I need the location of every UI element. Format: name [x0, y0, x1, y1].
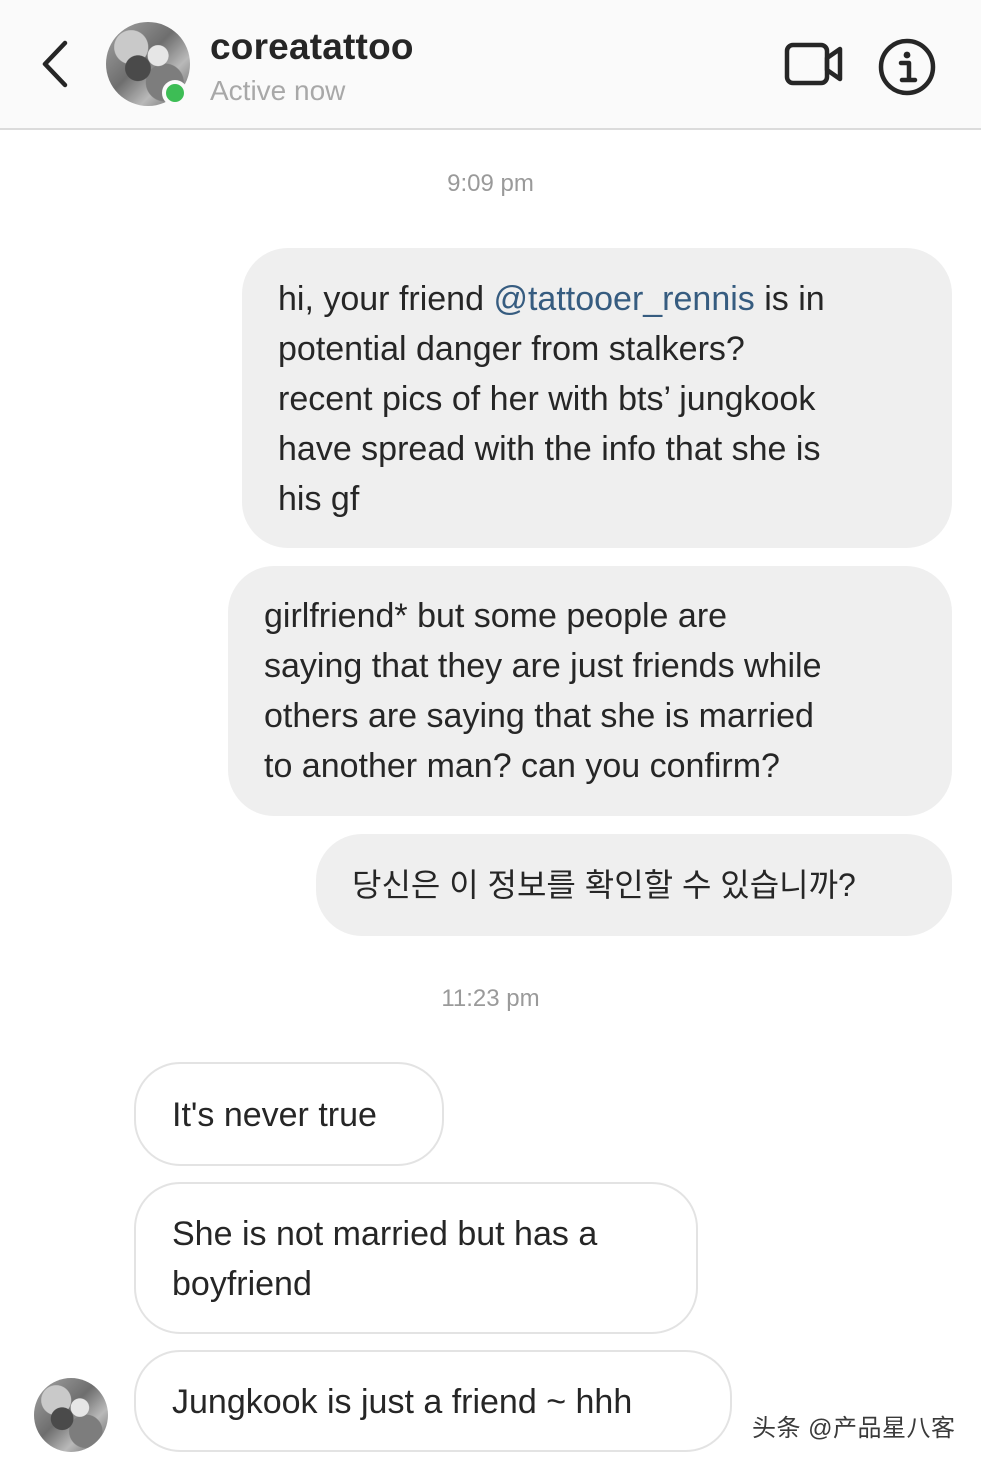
video-camera-icon — [784, 42, 843, 86]
video-call-button[interactable] — [782, 36, 846, 92]
sent-message-bubble[interactable]: hi, your friend @tattooer_rennis is in p… — [242, 248, 952, 548]
message-text: Jungkook is just a friend ~ hhh — [172, 1383, 633, 1421]
received-message-bubble[interactable]: Jungkook is just a friend ~ hhh — [134, 1350, 732, 1452]
dm-screen: coreatattoo Active now 9:09 pm hi, your … — [0, 0, 981, 1461]
info-circle-icon — [878, 38, 936, 96]
chevron-left-icon — [42, 40, 68, 88]
user-mention-link[interactable]: @tattooer_rennis — [493, 280, 754, 318]
sender-avatar[interactable] — [34, 1378, 108, 1452]
message-text: girlfriend* but some people are saying t… — [264, 597, 822, 785]
message-text: It's never true — [172, 1096, 377, 1134]
message-text: She is not married but has a boyfriend — [172, 1215, 598, 1303]
message-timestamp: 11:23 pm — [441, 985, 540, 1012]
chat-username[interactable]: coreatattoo — [210, 26, 414, 68]
active-status-text: Active now — [210, 75, 346, 106]
active-status-dot — [162, 80, 188, 106]
info-button[interactable] — [876, 36, 938, 98]
watermark-text: 头条 @产品星八客 — [752, 1415, 956, 1442]
sent-message-bubble[interactable]: girlfriend* but some people are saying t… — [228, 566, 952, 816]
message-text: hi, your friend — [278, 280, 494, 318]
message-timestamp: 9:09 pm — [447, 170, 534, 197]
received-message-bubble[interactable]: She is not married but has a boyfriend — [134, 1182, 698, 1334]
message-text: 당신은 이 정보를 확인할 수 있습니까? — [352, 867, 856, 903]
back-button[interactable] — [30, 36, 78, 92]
chat-header: coreatattoo Active now — [0, 0, 981, 130]
sent-message-bubble[interactable]: 당신은 이 정보를 확인할 수 있습니까? — [316, 834, 952, 936]
received-message-bubble[interactable]: It's never true — [134, 1062, 444, 1166]
